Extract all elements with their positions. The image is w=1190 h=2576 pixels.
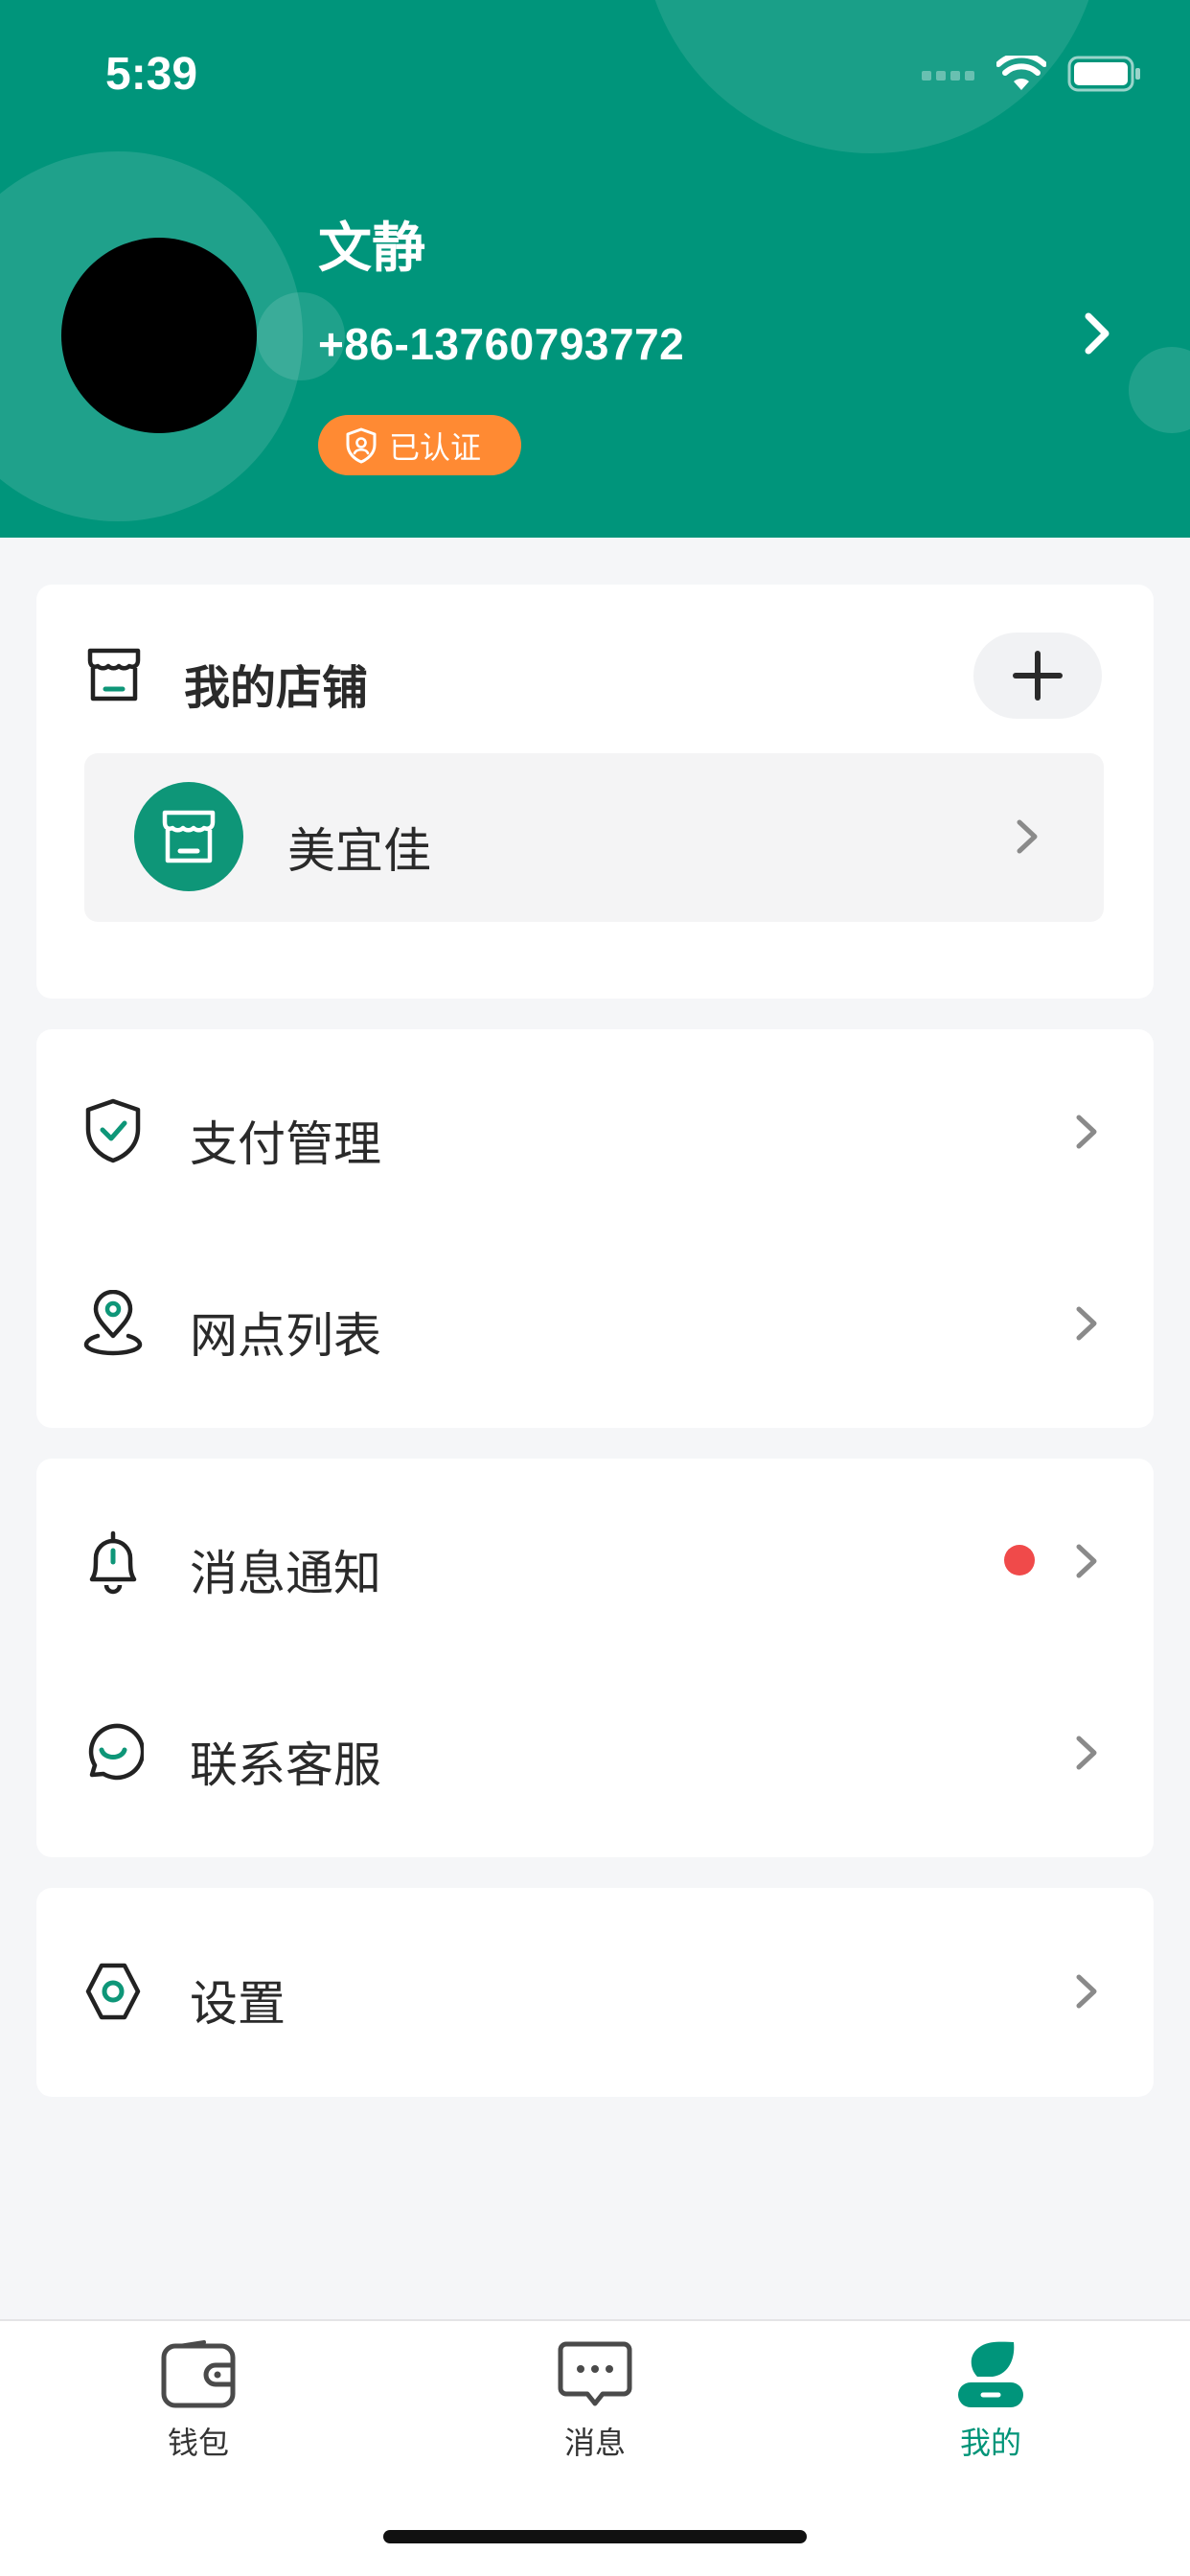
verified-shield-icon	[346, 427, 377, 463]
avatar[interactable]	[61, 238, 257, 433]
user-name: 文静	[318, 218, 425, 280]
cellular-signal-icon	[922, 71, 974, 80]
menu-item-payment[interactable]: 支付管理	[36, 1037, 1154, 1229]
chevron-right-icon	[1076, 1115, 1097, 1149]
store-icon	[162, 810, 216, 863]
add-shop-button[interactable]	[973, 632, 1102, 719]
settings-icon	[85, 1963, 141, 2020]
status-icons	[922, 56, 1142, 92]
wallet-icon	[161, 2340, 236, 2408]
wifi-icon	[996, 56, 1046, 90]
shield-check-icon	[85, 1098, 141, 1163]
settings-card: 设置	[36, 1888, 1154, 2097]
account-menu-card: 支付管理 网点列表	[36, 1029, 1154, 1428]
store-list-item[interactable]: 美宜佳	[84, 753, 1104, 922]
customer-service-icon	[88, 1723, 144, 1781]
status-time: 5:39	[105, 49, 198, 100]
menu-label-payment: 支付管理	[190, 1116, 381, 1172]
store-name: 美宜佳	[287, 823, 431, 879]
menu-item-support[interactable]: 联系客服	[36, 1658, 1154, 1850]
menu-label-notifications: 消息通知	[190, 1546, 381, 1601]
profile-chevron-right-icon[interactable]	[1077, 309, 1115, 358]
tab-wallet[interactable]: 钱包	[122, 2340, 275, 2463]
service-menu-card: 消息通知 联系客服	[36, 1459, 1154, 1857]
message-icon	[558, 2341, 632, 2406]
tab-profile-label: 我的	[959, 2425, 1021, 2461]
chevron-right-icon	[1076, 1306, 1097, 1341]
chevron-right-icon	[1076, 1544, 1097, 1578]
verified-badge: 已认证	[318, 415, 521, 475]
store-avatar	[134, 782, 243, 891]
tab-wallet-label: 钱包	[167, 2425, 229, 2461]
store-icon	[87, 648, 141, 702]
menu-label-outlets: 网点列表	[190, 1308, 381, 1364]
unread-indicator	[1004, 1545, 1035, 1576]
bell-icon	[89, 1530, 137, 1595]
battery-icon	[1067, 56, 1140, 92]
chevron-right-icon	[1017, 819, 1038, 854]
my-shop-title: 我的店铺	[184, 661, 369, 715]
header-decoration	[1129, 347, 1190, 433]
verified-label: 已认证	[389, 428, 482, 466]
profile-header: 5:39 文静 +86-13760793772 已认证	[0, 0, 1190, 538]
plus-icon	[1013, 651, 1063, 701]
tab-messages[interactable]: 消息	[518, 2340, 672, 2463]
menu-label-settings: 设置	[190, 1976, 286, 2032]
chevron-right-icon	[1076, 1974, 1097, 2009]
menu-item-settings[interactable]: 设置	[36, 1897, 1154, 2088]
menu-label-support: 联系客服	[190, 1737, 381, 1793]
menu-item-notifications[interactable]: 消息通知	[36, 1466, 1154, 1658]
home-indicator	[383, 2530, 807, 2543]
location-pin-icon	[83, 1290, 143, 1356]
chevron-right-icon	[1076, 1736, 1097, 1770]
tab-profile[interactable]: 我的	[914, 2340, 1067, 2463]
profile-icon	[958, 2341, 1023, 2407]
menu-item-outlets[interactable]: 网点列表	[36, 1229, 1154, 1420]
user-phone: +86-13760793772	[318, 319, 685, 369]
my-shop-card: 我的店铺 美宜佳	[36, 585, 1154, 999]
tab-messages-label: 消息	[563, 2425, 626, 2461]
